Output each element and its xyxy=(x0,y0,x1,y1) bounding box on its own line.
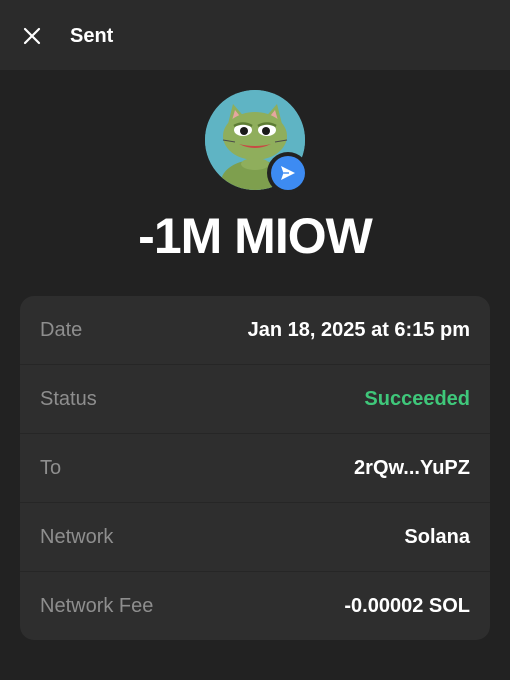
details-card: Date Jan 18, 2025 at 6:15 pm Status Succ… xyxy=(20,296,490,640)
detail-row-to[interactable]: To 2rQw...YuPZ xyxy=(20,434,490,503)
status-value: Succeeded xyxy=(364,387,470,410)
transaction-amount: -1M MIOW xyxy=(138,208,373,264)
close-icon xyxy=(23,27,41,45)
detail-row-date: Date Jan 18, 2025 at 6:15 pm xyxy=(20,296,490,365)
top-bar: Sent xyxy=(0,0,510,70)
detail-row-status: Status Succeeded xyxy=(20,365,490,434)
detail-label: Date xyxy=(40,318,83,341)
detail-value: -0.00002 SOL xyxy=(344,595,470,617)
sent-badge xyxy=(267,152,309,194)
page-title: Sent xyxy=(70,25,114,47)
detail-value: Jan 18, 2025 at 6:15 pm xyxy=(247,318,470,341)
send-arrow-icon xyxy=(281,166,295,180)
detail-value: Solana xyxy=(404,525,470,548)
sent-badge-circle xyxy=(271,156,305,190)
detail-row-network-fee: Network Fee -0.00002 SOL xyxy=(20,572,490,640)
close-button[interactable] xyxy=(20,24,44,48)
detail-row-network: Network Solana xyxy=(20,503,490,572)
detail-label: Network Fee xyxy=(40,595,154,617)
token-avatar-container xyxy=(205,90,309,194)
detail-label: Network xyxy=(40,525,114,548)
recipient-address[interactable]: 2rQw...YuPZ xyxy=(354,457,470,480)
detail-label: To xyxy=(40,456,62,479)
detail-label: Status xyxy=(40,387,97,410)
